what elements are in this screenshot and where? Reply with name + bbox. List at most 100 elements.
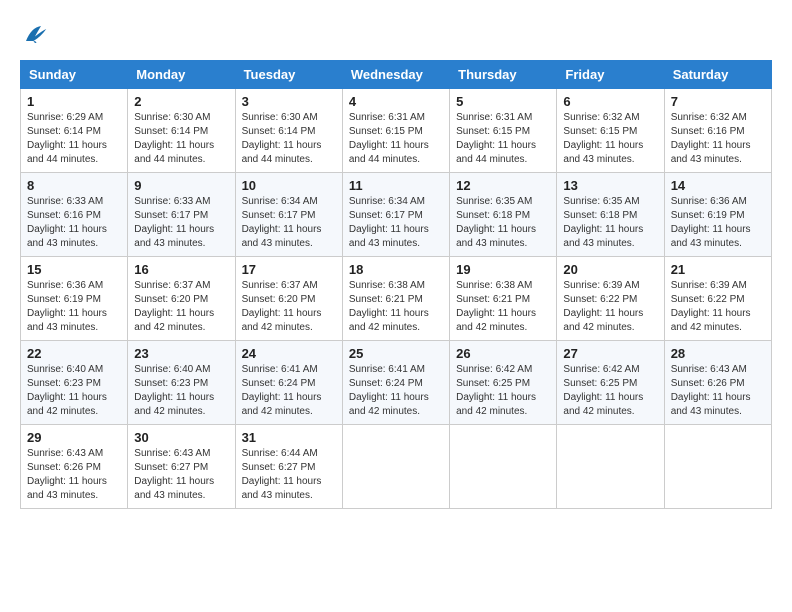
col-header-monday: Monday (128, 61, 235, 89)
day-number: 1 (27, 94, 121, 109)
calendar-cell: 1 Sunrise: 6:29 AMSunset: 6:14 PMDaylight… (21, 89, 128, 173)
calendar-cell (664, 425, 771, 509)
calendar-cell: 21Sunrise: 6:39 AMSunset: 6:22 PMDayligh… (664, 257, 771, 341)
calendar-header-row: SundayMondayTuesdayWednesdayThursdayFrid… (21, 61, 772, 89)
day-info: Sunrise: 6:33 AMSunset: 6:16 PMDaylight:… (27, 195, 121, 251)
day-number: 30 (134, 430, 228, 445)
day-info: Sunrise: 6:35 AMSunset: 6:18 PMDaylight:… (456, 195, 550, 251)
day-info: Sunrise: 6:37 AMSunset: 6:20 PMDaylight:… (134, 279, 228, 335)
calendar-cell: 8 Sunrise: 6:33 AMSunset: 6:16 PMDaylight… (21, 173, 128, 257)
day-info: Sunrise: 6:43 AMSunset: 6:26 PMDaylight:… (27, 447, 121, 503)
day-info: Sunrise: 6:33 AMSunset: 6:17 PMDaylight:… (134, 195, 228, 251)
calendar-cell (557, 425, 664, 509)
calendar-cell: 16 Sunrise: 6:37 AMSunset: 6:20 PMDayligh… (128, 257, 235, 341)
day-info: Sunrise: 6:36 AMSunset: 6:19 PMDaylight:… (671, 195, 765, 251)
logo-icon (20, 20, 50, 50)
calendar-cell: 19 Sunrise: 6:38 AMSunset: 6:21 PMDayligh… (450, 257, 557, 341)
day-info: Sunrise: 6:41 AMSunset: 6:24 PMDaylight:… (349, 363, 443, 419)
calendar-week-row: 1 Sunrise: 6:29 AMSunset: 6:14 PMDaylight… (21, 89, 772, 173)
calendar-cell: 24 Sunrise: 6:41 AMSunset: 6:24 PMDayligh… (235, 341, 342, 425)
calendar-cell: 4 Sunrise: 6:31 AMSunset: 6:15 PMDaylight… (342, 89, 449, 173)
day-info: Sunrise: 6:38 AMSunset: 6:21 PMDaylight:… (456, 279, 550, 335)
col-header-sunday: Sunday (21, 61, 128, 89)
calendar-cell: 11 Sunrise: 6:34 AMSunset: 6:17 PMDayligh… (342, 173, 449, 257)
day-info: Sunrise: 6:44 AMSunset: 6:27 PMDaylight:… (242, 447, 336, 503)
day-number: 19 (456, 262, 550, 277)
day-number: 24 (242, 346, 336, 361)
day-info: Sunrise: 6:36 AMSunset: 6:19 PMDaylight:… (27, 279, 121, 335)
day-number: 13 (563, 178, 657, 193)
day-info: Sunrise: 6:41 AMSunset: 6:24 PMDaylight:… (242, 363, 336, 419)
day-info: Sunrise: 6:31 AMSunset: 6:15 PMDaylight:… (349, 111, 443, 167)
day-number: 4 (349, 94, 443, 109)
calendar-cell: 30 Sunrise: 6:43 AMSunset: 6:27 PMDayligh… (128, 425, 235, 509)
day-info: Sunrise: 6:35 AMSunset: 6:18 PMDaylight:… (563, 195, 657, 251)
calendar-cell: 6Sunrise: 6:32 AMSunset: 6:15 PMDaylight… (557, 89, 664, 173)
day-number: 5 (456, 94, 550, 109)
calendar-cell: 9 Sunrise: 6:33 AMSunset: 6:17 PMDaylight… (128, 173, 235, 257)
calendar-cell: 10 Sunrise: 6:34 AMSunset: 6:17 PMDayligh… (235, 173, 342, 257)
day-number: 12 (456, 178, 550, 193)
day-info: Sunrise: 6:29 AMSunset: 6:14 PMDaylight:… (27, 111, 121, 167)
page-header (20, 20, 772, 50)
calendar-cell: 25Sunrise: 6:41 AMSunset: 6:24 PMDayligh… (342, 341, 449, 425)
col-header-wednesday: Wednesday (342, 61, 449, 89)
day-number: 20 (563, 262, 657, 277)
calendar-week-row: 29 Sunrise: 6:43 AMSunset: 6:26 PMDayligh… (21, 425, 772, 509)
calendar-cell: 27 Sunrise: 6:42 AMSunset: 6:25 PMDayligh… (557, 341, 664, 425)
calendar-cell: 31 Sunrise: 6:44 AMSunset: 6:27 PMDayligh… (235, 425, 342, 509)
day-number: 11 (349, 178, 443, 193)
calendar-cell: 15 Sunrise: 6:36 AMSunset: 6:19 PMDayligh… (21, 257, 128, 341)
day-info: Sunrise: 6:39 AMSunset: 6:22 PMDaylight:… (563, 279, 657, 335)
day-number: 15 (27, 262, 121, 277)
day-info: Sunrise: 6:34 AMSunset: 6:17 PMDaylight:… (242, 195, 336, 251)
day-number: 16 (134, 262, 228, 277)
day-number: 14 (671, 178, 765, 193)
col-header-friday: Friday (557, 61, 664, 89)
day-number: 7 (671, 94, 765, 109)
day-info: Sunrise: 6:30 AMSunset: 6:14 PMDaylight:… (242, 111, 336, 167)
calendar-cell (450, 425, 557, 509)
calendar-cell: 23 Sunrise: 6:40 AMSunset: 6:23 PMDayligh… (128, 341, 235, 425)
calendar-week-row: 8 Sunrise: 6:33 AMSunset: 6:16 PMDaylight… (21, 173, 772, 257)
day-number: 10 (242, 178, 336, 193)
calendar-cell: 18Sunrise: 6:38 AMSunset: 6:21 PMDayligh… (342, 257, 449, 341)
day-info: Sunrise: 6:43 AMSunset: 6:27 PMDaylight:… (134, 447, 228, 503)
day-number: 8 (27, 178, 121, 193)
day-number: 17 (242, 262, 336, 277)
day-number: 29 (27, 430, 121, 445)
calendar-cell: 20 Sunrise: 6:39 AMSunset: 6:22 PMDayligh… (557, 257, 664, 341)
calendar-cell (342, 425, 449, 509)
day-info: Sunrise: 6:34 AMSunset: 6:17 PMDaylight:… (349, 195, 443, 251)
day-number: 31 (242, 430, 336, 445)
day-number: 6 (563, 94, 657, 109)
day-info: Sunrise: 6:37 AMSunset: 6:20 PMDaylight:… (242, 279, 336, 335)
day-info: Sunrise: 6:42 AMSunset: 6:25 PMDaylight:… (456, 363, 550, 419)
calendar-cell: 7 Sunrise: 6:32 AMSunset: 6:16 PMDaylight… (664, 89, 771, 173)
day-number: 23 (134, 346, 228, 361)
col-header-thursday: Thursday (450, 61, 557, 89)
day-number: 2 (134, 94, 228, 109)
col-header-saturday: Saturday (664, 61, 771, 89)
calendar-cell: 5 Sunrise: 6:31 AMSunset: 6:15 PMDaylight… (450, 89, 557, 173)
day-number: 22 (27, 346, 121, 361)
day-info: Sunrise: 6:43 AMSunset: 6:26 PMDaylight:… (671, 363, 765, 419)
calendar-cell: 14 Sunrise: 6:36 AMSunset: 6:19 PMDayligh… (664, 173, 771, 257)
day-info: Sunrise: 6:39 AMSunset: 6:22 PMDaylight:… (671, 279, 765, 335)
calendar-cell: 29 Sunrise: 6:43 AMSunset: 6:26 PMDayligh… (21, 425, 128, 509)
day-number: 27 (563, 346, 657, 361)
day-number: 3 (242, 94, 336, 109)
calendar-cell: 26Sunrise: 6:42 AMSunset: 6:25 PMDayligh… (450, 341, 557, 425)
day-info: Sunrise: 6:32 AMSunset: 6:16 PMDaylight:… (671, 111, 765, 167)
calendar-cell: 12 Sunrise: 6:35 AMSunset: 6:18 PMDayligh… (450, 173, 557, 257)
calendar-week-row: 22 Sunrise: 6:40 AMSunset: 6:23 PMDayligh… (21, 341, 772, 425)
day-info: Sunrise: 6:42 AMSunset: 6:25 PMDaylight:… (563, 363, 657, 419)
calendar-table: SundayMondayTuesdayWednesdayThursdayFrid… (20, 60, 772, 509)
col-header-tuesday: Tuesday (235, 61, 342, 89)
day-number: 9 (134, 178, 228, 193)
calendar-cell: 28Sunrise: 6:43 AMSunset: 6:26 PMDayligh… (664, 341, 771, 425)
day-info: Sunrise: 6:40 AMSunset: 6:23 PMDaylight:… (134, 363, 228, 419)
day-info: Sunrise: 6:40 AMSunset: 6:23 PMDaylight:… (27, 363, 121, 419)
day-info: Sunrise: 6:31 AMSunset: 6:15 PMDaylight:… (456, 111, 550, 167)
calendar-week-row: 15 Sunrise: 6:36 AMSunset: 6:19 PMDayligh… (21, 257, 772, 341)
